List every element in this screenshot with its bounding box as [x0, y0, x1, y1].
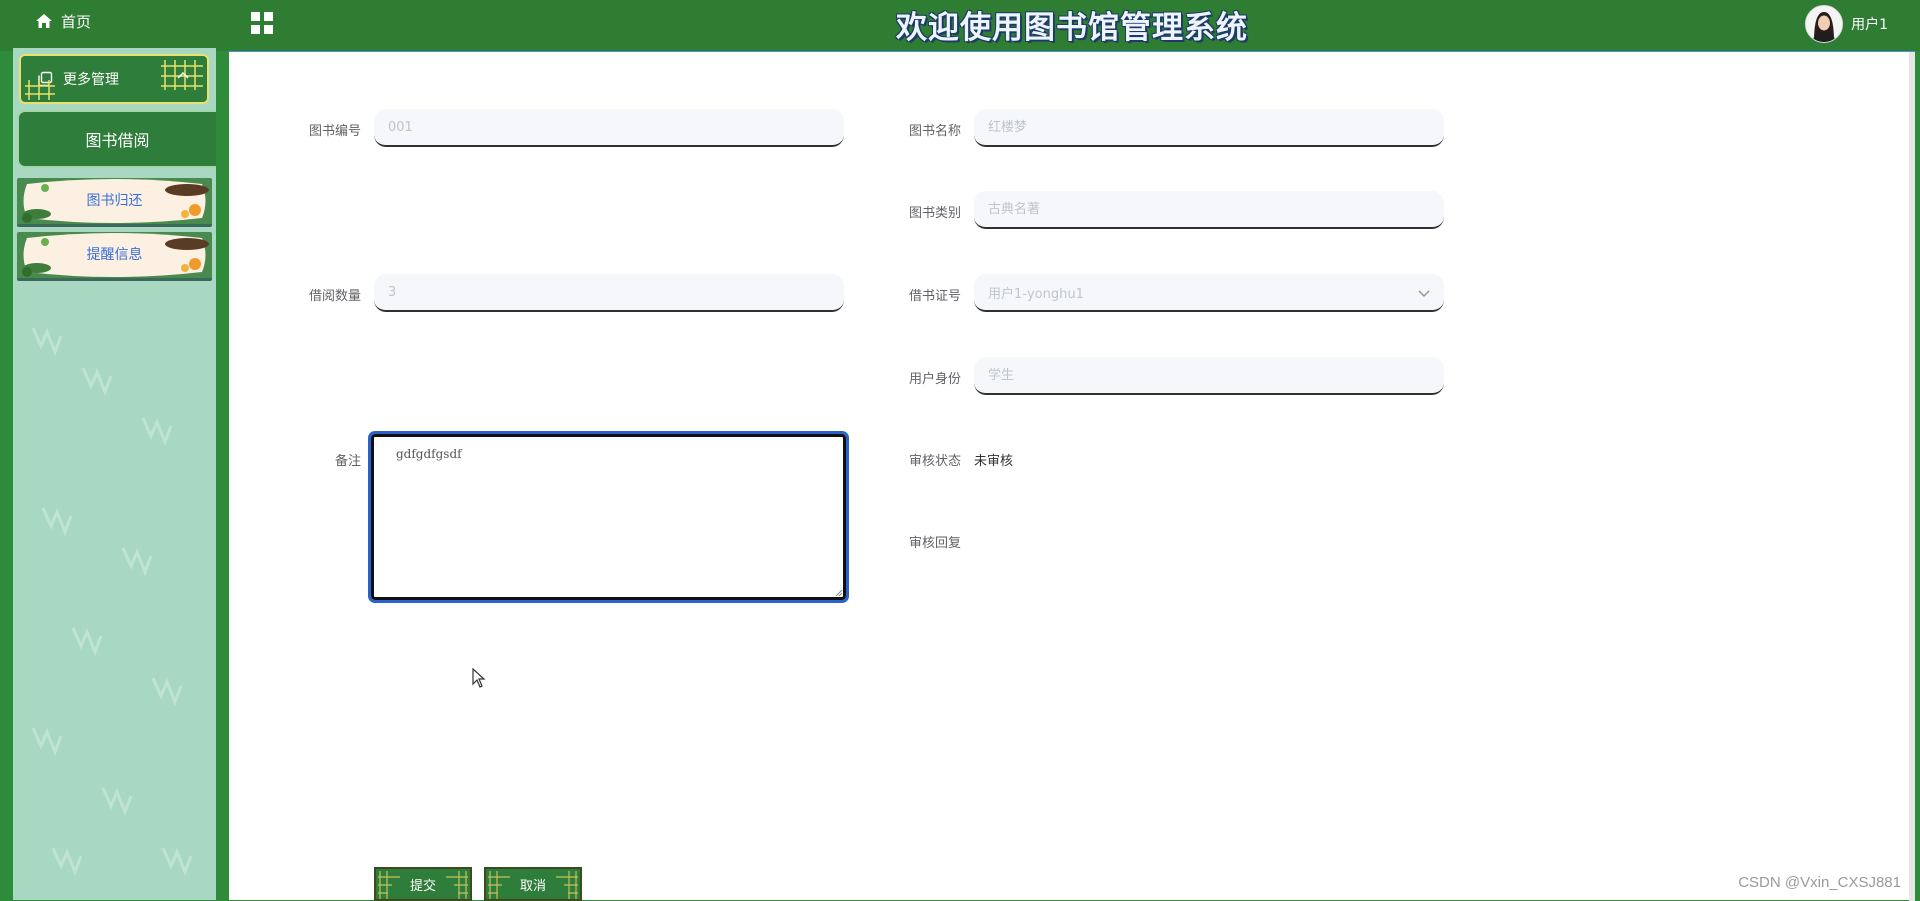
cancel-button[interactable]: 取消	[484, 867, 582, 901]
review-status-label: 审核状态	[908, 454, 961, 469]
scrollbar[interactable]	[1909, 52, 1915, 901]
watermark: CSDN @Vxin_CXSJ881	[1738, 874, 1901, 891]
sidebar-pattern	[31, 327, 193, 877]
home-label: 首页	[61, 12, 92, 31]
review-status-value: 未审核	[974, 454, 1014, 469]
lattice-ornament	[378, 871, 400, 899]
remark-label: 备注	[334, 454, 361, 469]
chevron-down-icon	[1418, 290, 1430, 297]
review-reply-label: 审核回复	[908, 536, 961, 551]
book-category-label: 图书类别	[908, 206, 961, 221]
card-no-value: 用户1-yonghu1	[988, 286, 1084, 302]
sidebar-item-label: 图书归还	[86, 193, 143, 209]
book-no-input[interactable]	[374, 109, 844, 147]
app-grid-icon[interactable]	[250, 11, 274, 35]
lattice-ornament	[488, 871, 510, 899]
book-category-input[interactable]	[974, 191, 1444, 229]
avatar	[1805, 5, 1844, 43]
card-no-label: 借书证号	[908, 289, 961, 304]
user-menu[interactable]: 用户1	[1805, 4, 1888, 44]
sidebar-item-borrow[interactable]: 图书借阅	[17, 110, 216, 168]
remark-textarea[interactable]: gdfgdfgsdf	[368, 431, 849, 603]
lattice-ornament	[556, 871, 578, 899]
submit-button[interactable]: 提交	[374, 867, 472, 901]
sidebar-item-reminders[interactable]: 提醒信息	[17, 232, 212, 281]
sidebar-item-label: 图书借阅	[85, 131, 150, 150]
sidebar-item-return[interactable]: 图书归还	[17, 178, 212, 227]
lattice-ornament	[25, 80, 55, 100]
borrow-qty-label: 借阅数量	[308, 289, 361, 304]
user-portrait-icon	[1806, 6, 1843, 42]
home-link[interactable]: 首页	[36, 0, 156, 42]
identity-input[interactable]	[974, 357, 1444, 395]
book-no-label: 图书编号	[308, 124, 361, 139]
borrow-qty-input[interactable]	[374, 274, 844, 312]
page-title: 欢迎使用图书馆管理系统	[896, 10, 1248, 46]
mouse-cursor-icon	[472, 668, 486, 688]
card-no-select[interactable]: 用户1-yonghu1	[974, 274, 1444, 312]
sidebar-item-label: 提醒信息	[86, 247, 143, 263]
user-name: 用户1	[1851, 17, 1888, 33]
sidebar: 更多管理 图书借阅 图书归还 提醒信息	[13, 48, 216, 900]
cancel-label: 取消	[519, 878, 546, 894]
menu-group-more-management[interactable]: 更多管理	[19, 54, 209, 104]
top-bar: 首页 欢迎使用图书馆管理系统 用户1	[0, 0, 1920, 51]
identity-label: 用户身份	[908, 372, 961, 387]
chevron-up-icon	[177, 71, 189, 79]
book-name-label: 图书名称	[908, 124, 961, 139]
resize-grip-icon[interactable]	[834, 588, 843, 597]
menu-group-label: 更多管理	[63, 72, 119, 88]
lattice-ornament	[446, 871, 468, 899]
book-name-input[interactable]	[974, 109, 1444, 147]
home-icon	[36, 14, 52, 28]
submit-label: 提交	[409, 878, 436, 894]
main-panel: 图书编号 图书名称 图书类别 借阅数量 借书证号 用户1-yonghu1 用户身…	[229, 51, 1915, 901]
